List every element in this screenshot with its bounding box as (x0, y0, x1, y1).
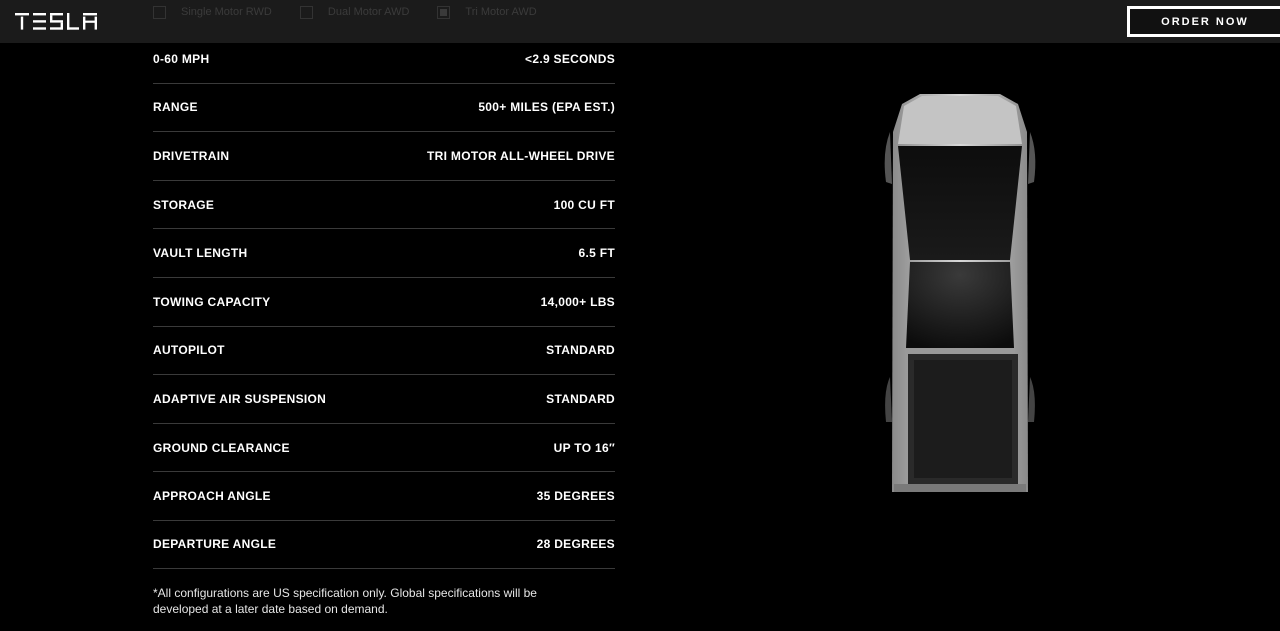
spec-table: 0-60 MPH <2.9 SECONDS RANGE 500+ MILES (… (153, 34, 615, 569)
spec-value: 35 DEGREES (536, 489, 615, 504)
spec-row-air-suspension: ADAPTIVE AIR SUSPENSION STANDARD (153, 374, 615, 423)
checkbox[interactable] (153, 5, 166, 19)
spec-label: ADAPTIVE AIR SUSPENSION (153, 391, 327, 406)
spec-value: 28 DEGREES (536, 537, 615, 552)
spec-value: 6.5 FT (578, 246, 615, 261)
tesla-logo[interactable] (15, 13, 99, 30)
spec-value: UP TO 16″ (553, 440, 615, 455)
spec-label: DEPARTURE ANGLE (153, 537, 277, 552)
spec-row-vault-length: VAULT LENGTH 6.5 FT (153, 228, 615, 277)
spec-row-towing: TOWING CAPACITY 14,000+ LBS (153, 276, 615, 326)
spec-value: 100 CU FT (553, 197, 615, 212)
spec-row-departure-angle: DEPARTURE ANGLE 28 DEGREES (153, 519, 615, 569)
top-navbar: Single Motor RWD Dual Motor AWD Tri Moto… (0, 0, 1280, 43)
spec-value: TRI MOTOR ALL-WHEEL DRIVE (427, 148, 615, 163)
spec-value: STANDARD (546, 391, 615, 406)
page: Single Motor RWD Dual Motor AWD Tri Moto… (0, 0, 1280, 631)
spec-row-approach-angle: APPROACH ANGLE 35 DEGREES (153, 471, 615, 520)
spec-label: APPROACH ANGLE (153, 489, 271, 504)
checkbox[interactable] (299, 5, 313, 19)
spec-label: STORAGE (153, 197, 215, 212)
spec-label: DRIVETRAIN (153, 148, 230, 163)
spec-label: GROUND CLEARANCE (153, 440, 290, 455)
config-label: Tri Motor AWD (465, 6, 537, 18)
config-label: Single Motor RWD (181, 6, 272, 18)
spec-row-range: RANGE 500+ MILES (EPA EST.) (153, 82, 615, 132)
spec-row-ground-clearance: GROUND CLEARANCE UP TO 16″ (153, 422, 615, 472)
spec-row-drivetrain: DRIVETRAIN TRI MOTOR ALL-WHEEL DRIVE (153, 131, 615, 180)
spec-label: RANGE (153, 100, 198, 115)
config-dual-motor[interactable]: Dual Motor AWD (299, 5, 410, 19)
spec-label: 0-60 MPH (153, 51, 210, 66)
spec-row-storage: STORAGE 100 CU FT (153, 179, 615, 229)
cybertruck-top-view-image (884, 94, 1036, 492)
config-single-motor[interactable]: Single Motor RWD (153, 5, 272, 19)
spec-value: STANDARD (546, 343, 615, 358)
order-now-button[interactable]: ORDER NOW (1127, 6, 1280, 37)
configuration-options: Single Motor RWD Dual Motor AWD Tri Moto… (153, 0, 565, 24)
spec-value: 14,000+ LBS (540, 294, 615, 309)
spec-value: <2.9 SECONDS (525, 51, 615, 66)
config-label: Dual Motor AWD (327, 6, 410, 18)
spec-value: 500+ MILES (EPA EST.) (478, 100, 615, 115)
spec-label: TOWING CAPACITY (153, 294, 271, 309)
spec-row-autopilot: AUTOPILOT STANDARD (153, 325, 615, 375)
spec-footnote: *All configurations are US specification… (153, 586, 537, 616)
checkbox-checked[interactable] (437, 5, 451, 19)
config-tri-motor[interactable]: Tri Motor AWD (437, 5, 537, 19)
spec-label: VAULT LENGTH (153, 246, 248, 261)
spec-label: AUTOPILOT (153, 343, 225, 358)
